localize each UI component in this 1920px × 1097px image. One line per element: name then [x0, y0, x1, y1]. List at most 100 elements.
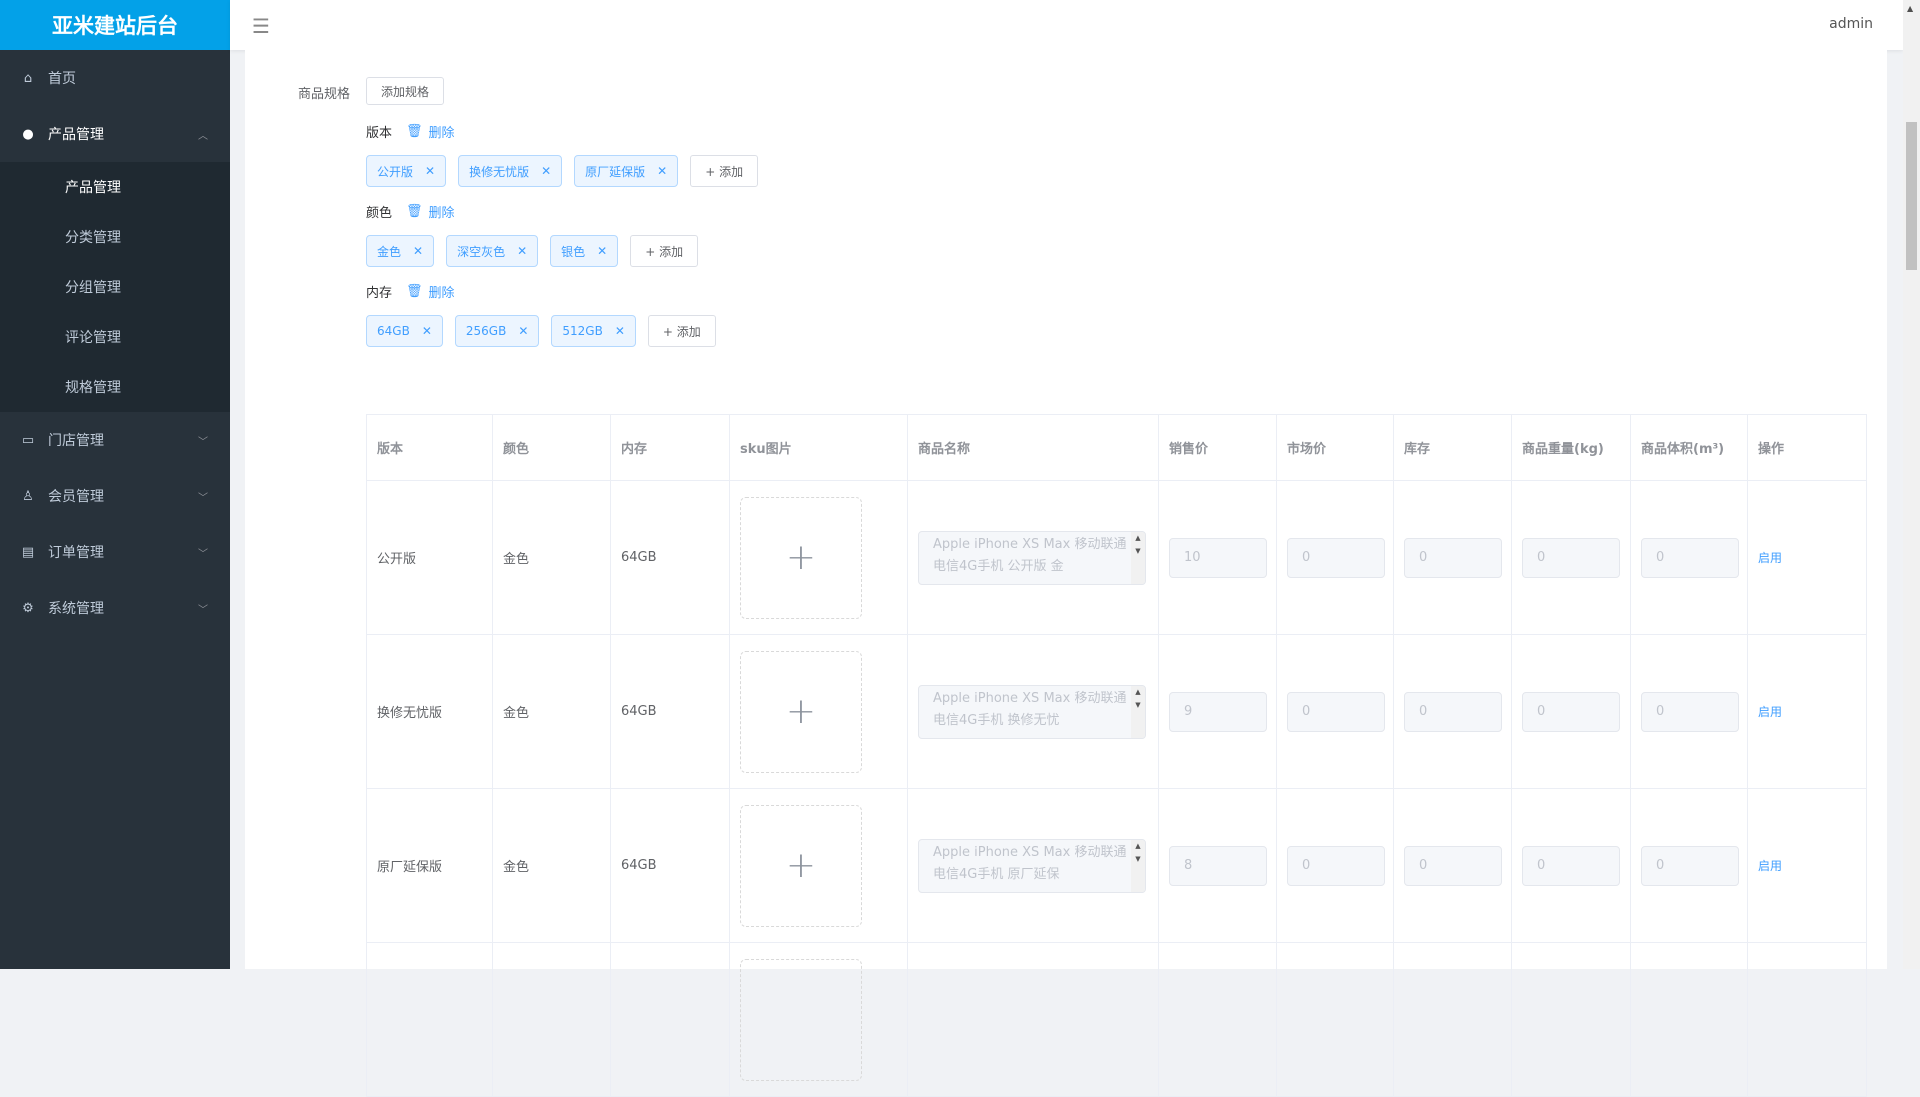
cell-action: 启用 — [1747, 480, 1867, 635]
column-header: 商品名称 — [907, 414, 1159, 481]
spec-label: 商品规格 — [298, 87, 351, 102]
close-icon[interactable]: ✕ — [422, 324, 432, 338]
award-icon: ♙ — [22, 488, 34, 504]
upload-plus-icon[interactable]: + — [740, 804, 862, 927]
product-name-textarea[interactable]: Apple iPhone XS Max 移动联通电信4G手机 换修无忧 ▲ ▼ — [918, 684, 1146, 739]
price-input[interactable]: 9 — [1169, 691, 1267, 732]
sidebar-item-member[interactable]: ♙ 会员管理 ﹀ — [0, 468, 230, 524]
tag-label: 金色 — [377, 244, 402, 259]
spec-group-name: 版本 — [366, 126, 393, 141]
upload-box[interactable] — [740, 958, 862, 1081]
column-header: sku图片 — [729, 414, 908, 481]
weight-input[interactable]: 0 — [1522, 691, 1620, 732]
close-icon[interactable]: ✕ — [413, 244, 423, 258]
tag-label: 512GB — [562, 324, 603, 338]
price-input[interactable]: 8 — [1169, 845, 1267, 886]
enable-link[interactable]: 启用 — [1758, 705, 1782, 719]
close-icon[interactable]: ✕ — [518, 324, 528, 338]
scrollbar[interactable]: ▲ — [1903, 0, 1920, 969]
spec-tag: 原厂延保版 ✕ — [574, 155, 679, 187]
enable-link[interactable]: 启用 — [1758, 859, 1782, 873]
stock-input[interactable]: 0 — [1404, 845, 1502, 886]
close-icon[interactable]: ✕ — [657, 164, 667, 178]
textarea-scrollbar[interactable]: ▲ ▼ — [1131, 685, 1145, 738]
sidebar-item-order[interactable]: ▤ 订单管理 ﹀ — [0, 524, 230, 580]
hamburger-menu-icon[interactable]: ☰ — [252, 14, 270, 38]
cell-memory: 64GB — [610, 480, 730, 635]
scroll-up-icon[interactable]: ▲ — [1907, 4, 1913, 13]
table-row: 原厂延保版 金色 64GB + Apple iPhone XS Max 移动联通… — [366, 788, 1867, 943]
add-spec-button[interactable]: 添加规格 — [366, 77, 445, 105]
tag-label: 银色 — [561, 244, 586, 259]
cell-name: Apple iPhone XS Max 移动联通电信4G手机 公开版 金 ▲ ▼ — [907, 480, 1159, 635]
delete-label: 删除 — [428, 126, 455, 141]
spec-values: 64GB ✕ 256GB ✕ 512GB ✕ + 添加 — [366, 315, 716, 347]
textarea-scrollbar[interactable]: ▲ ▼ — [1131, 531, 1145, 584]
sidebar-subitem-spec[interactable]: 规格管理 — [0, 362, 230, 412]
cell-weight: 0 — [1511, 480, 1631, 635]
spec-tag: 256GB ✕ — [454, 315, 540, 347]
scrollbar-thumb[interactable] — [1906, 122, 1917, 270]
add-value-button[interactable]: + 添加 — [690, 155, 759, 187]
sidebar-item-store[interactable]: ▭ 门店管理 ﹀ — [0, 412, 230, 468]
textarea-value: Apple iPhone XS Max 移动联通电信4G手机 公开版 金 — [933, 536, 1127, 574]
volume-input[interactable]: 0 — [1641, 537, 1739, 578]
market-price-input[interactable]: 0 — [1287, 691, 1385, 732]
cell-price: 10 — [1158, 480, 1277, 635]
close-icon[interactable]: ✕ — [541, 164, 551, 178]
product-name-textarea[interactable]: Apple iPhone XS Max 移动联通电信4G手机 公开版 金 ▲ ▼ — [918, 530, 1146, 585]
trash-icon: 🗑 — [406, 124, 423, 139]
cell-memory: 64GB — [610, 788, 730, 943]
delete-group-button[interactable]: 🗑 删除 — [406, 202, 455, 221]
table-row-partial — [366, 942, 1867, 1097]
market-price-input[interactable]: 0 — [1287, 845, 1385, 886]
textarea-scrollbar[interactable]: ▲ ▼ — [1131, 839, 1145, 892]
delete-group-button[interactable]: 🗑 删除 — [406, 282, 455, 301]
weight-input[interactable]: 0 — [1522, 537, 1620, 578]
chevron-down-icon: ﹀ — [198, 492, 208, 504]
close-icon[interactable]: ✕ — [615, 324, 625, 338]
product-name-textarea[interactable]: Apple iPhone XS Max 移动联通电信4G手机 原厂延保 ▲ ▼ — [918, 838, 1146, 893]
spec-tag: 银色 ✕ — [550, 235, 619, 267]
add-value-button[interactable]: + 添加 — [630, 235, 699, 267]
volume-input[interactable]: 0 — [1641, 845, 1739, 886]
stock-input[interactable]: 0 — [1404, 691, 1502, 732]
stock-input[interactable]: 0 — [1404, 537, 1502, 578]
table-header: 版本 颜色 内存 sku图片 商品名称 销售价 市场价 库存 商品重量(kg) 商品体积(m³) 操… — [366, 414, 1867, 481]
tag-label: 换修无忧版 — [469, 164, 530, 179]
close-icon[interactable]: ✕ — [517, 244, 527, 258]
sidebar-subitem-comment[interactable]: 评论管理 — [0, 312, 230, 362]
cell-price: 8 — [1158, 788, 1277, 943]
upload-plus-icon[interactable]: + — [740, 650, 862, 773]
cell-action: 启用 — [1747, 788, 1867, 943]
sidebar-subitem-group[interactable]: 分组管理 — [0, 262, 230, 312]
spec-group-name: 内存 — [366, 286, 393, 301]
volume-input[interactable]: 0 — [1641, 691, 1739, 732]
sidebar-subitem-category[interactable]: 分类管理 — [0, 212, 230, 262]
sidebar-item-label: 会员管理 — [48, 489, 104, 505]
weight-input[interactable]: 0 — [1522, 845, 1620, 886]
sidebar-subitem-product[interactable]: 产品管理 — [0, 162, 230, 212]
delete-group-button[interactable]: 🗑 删除 — [406, 122, 455, 141]
add-value-button[interactable]: + 添加 — [647, 315, 716, 347]
sidebar-item-system[interactable]: ⚙ 系统管理 ﹀ — [0, 580, 230, 636]
user-menu[interactable]: admin — [1829, 16, 1873, 32]
market-price-input[interactable]: 0 — [1287, 537, 1385, 578]
home-icon: ⌂ — [23, 70, 33, 86]
price-input[interactable]: 10 — [1169, 537, 1267, 578]
enable-link[interactable]: 启用 — [1758, 551, 1782, 565]
cell-stock: 0 — [1393, 480, 1512, 635]
sidebar-item-label: 系统管理 — [48, 601, 104, 617]
spec-tag: 深空灰色 ✕ — [446, 235, 539, 267]
cell-color: 金色 — [492, 788, 611, 943]
close-icon[interactable]: ✕ — [597, 244, 607, 258]
sidebar-item-product[interactable]: ● 产品管理 ︿ — [0, 106, 230, 162]
upload-plus-icon[interactable]: + — [740, 496, 862, 619]
spec-tag: 512GB ✕ — [551, 315, 636, 347]
tag-label: 深空灰色 — [457, 244, 506, 259]
cell-image: + — [729, 480, 908, 635]
sidebar-item-home[interactable]: ⌂ 首页 — [0, 50, 230, 106]
cell-name: Apple iPhone XS Max 移动联通电信4G手机 换修无忧 ▲ ▼ — [907, 634, 1159, 789]
close-icon[interactable]: ✕ — [425, 164, 435, 178]
cell-color: 金色 — [492, 480, 611, 635]
